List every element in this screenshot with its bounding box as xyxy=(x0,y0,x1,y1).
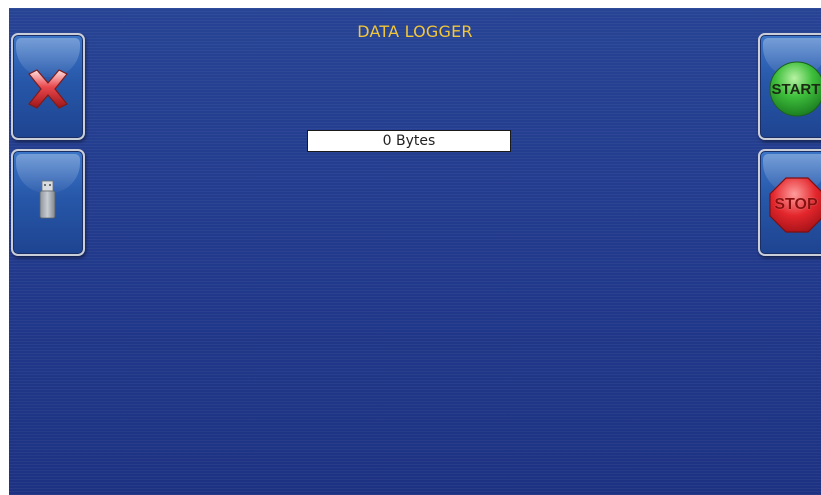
usb-drive-icon xyxy=(13,151,83,254)
exit-button[interactable] xyxy=(11,33,85,140)
usb-export-button[interactable] xyxy=(11,149,85,256)
start-button[interactable]: START xyxy=(758,33,821,140)
close-x-icon xyxy=(13,35,83,138)
stop-label: STOP xyxy=(774,196,818,213)
logged-size-display: 0 Bytes xyxy=(307,130,511,152)
start-label: START xyxy=(771,81,821,98)
data-logger-screen: DATA LOGGER 0 Bytes START STOP xyxy=(9,8,821,495)
stop-button[interactable]: STOP xyxy=(758,149,821,256)
page-title: DATA LOGGER xyxy=(357,22,473,41)
